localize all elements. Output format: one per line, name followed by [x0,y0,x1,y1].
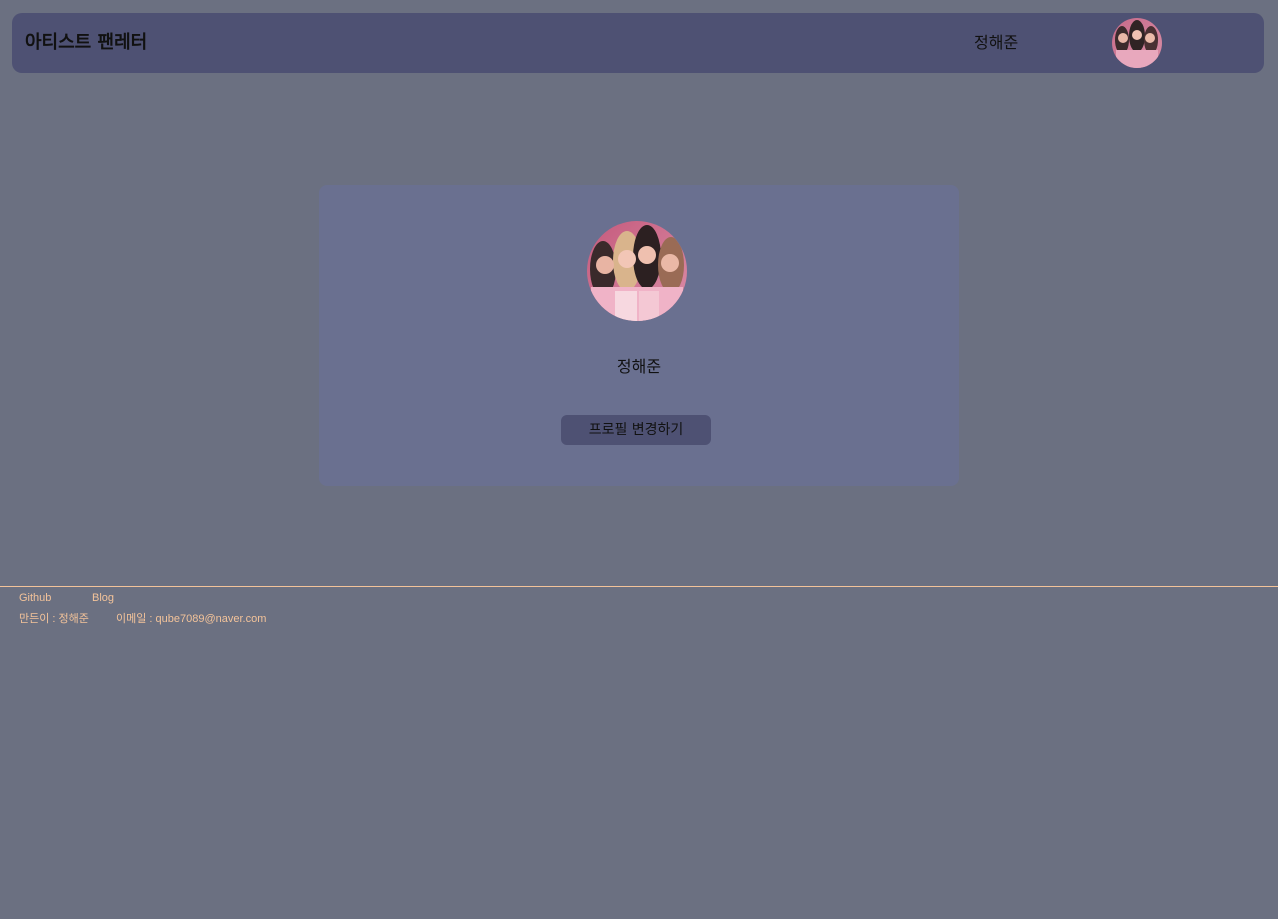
top-header: 아티스트 팬레터 정해준 [12,13,1264,73]
brand-title[interactable]: 아티스트 팬레터 [25,32,147,54]
header-avatar[interactable] [1112,18,1162,68]
profile-card: 정해준 프로필 변경하기 [319,185,959,486]
github-link[interactable]: Github [19,591,51,605]
blog-link[interactable]: Blog [92,591,114,605]
profile-name: 정해준 [616,357,662,376]
profile-photo-icon [587,221,687,321]
header-user-name: 정해준 [974,33,1019,52]
footer-email: 이메일 : qube7089@naver.com [116,613,267,625]
footer-divider [0,586,1278,587]
profile-photo-icon [1112,18,1162,68]
footer-made-by: 만든이 : 정해준 [19,613,89,625]
profile-avatar [587,221,687,321]
edit-profile-button[interactable]: 프로필 변경하기 [561,415,711,445]
